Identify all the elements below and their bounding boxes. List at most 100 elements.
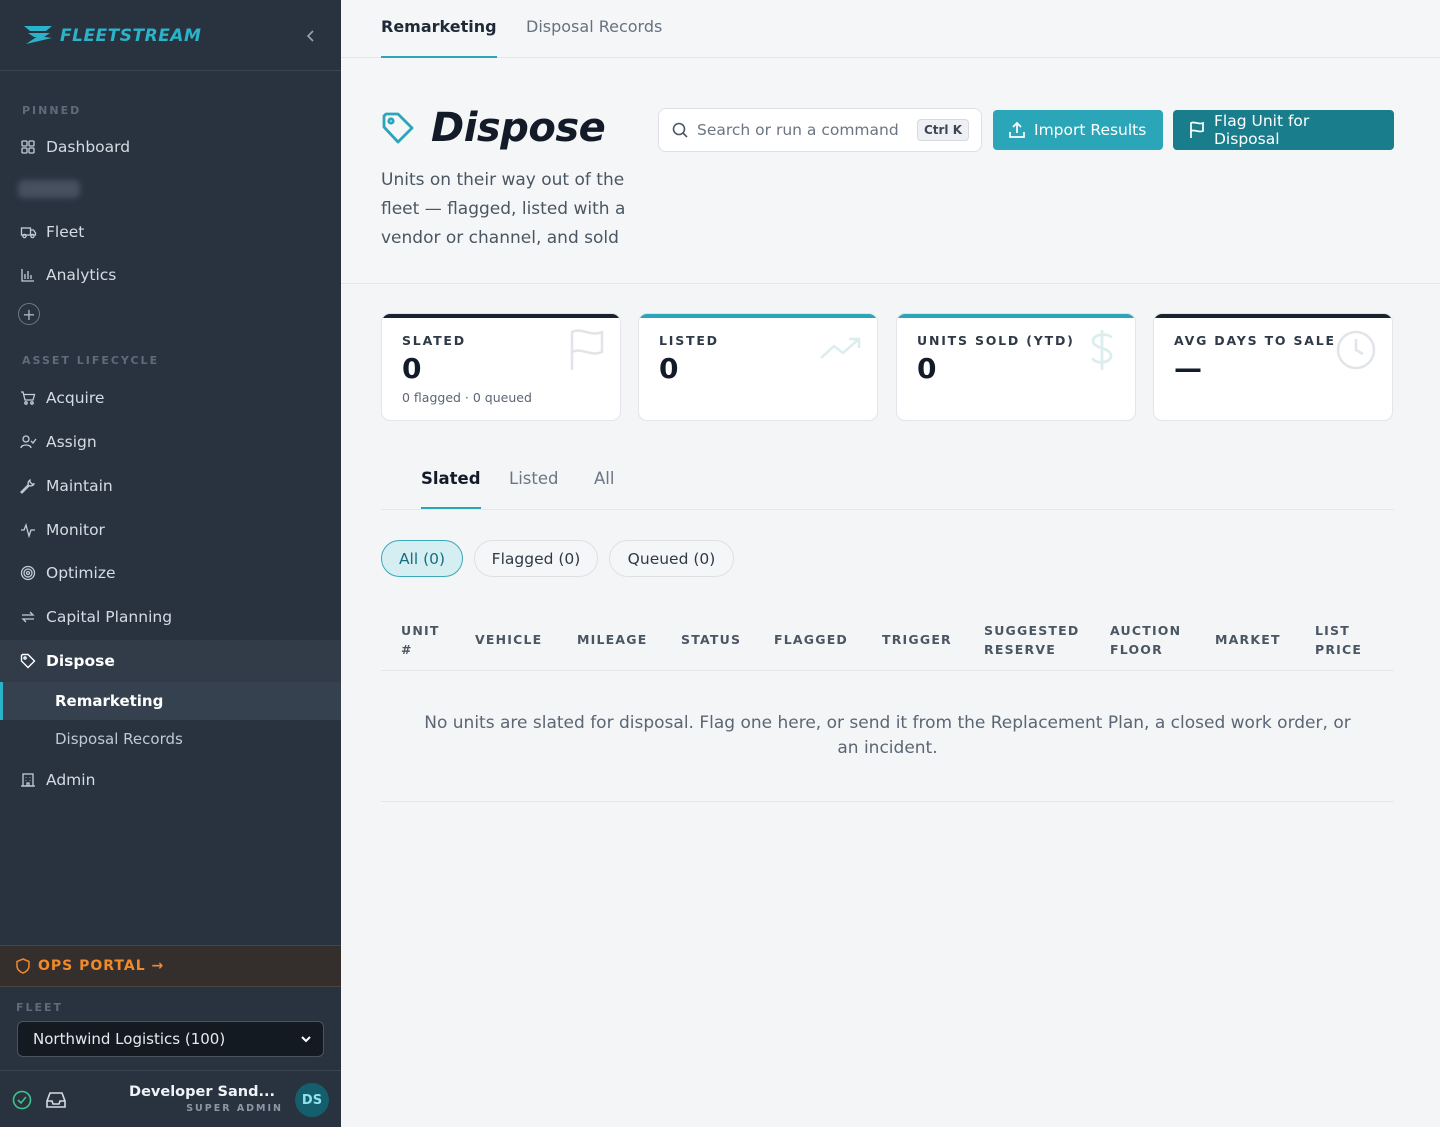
header-line: RESERVE: [984, 642, 1056, 657]
collapse-sidebar-button[interactable]: [301, 26, 321, 46]
grid-icon: [18, 137, 38, 157]
cycle-icon: [18, 607, 38, 627]
top-tab-bar: Remarketing Disposal Records: [341, 0, 1440, 58]
sidebar-item-dispose[interactable]: Dispose: [0, 640, 341, 682]
tab-listed[interactable]: Listed: [509, 469, 558, 507]
fleet-select-value: Northwind Logistics (100): [33, 1030, 226, 1048]
stat-subtext: 0 flagged · 0 queued: [402, 390, 532, 405]
sidebar-item-label: Monitor: [46, 521, 105, 539]
header-line: FLOOR: [1110, 642, 1163, 657]
stat-value: —: [1174, 352, 1202, 385]
fleet-select[interactable]: Northwind Logistics (100): [17, 1021, 324, 1057]
clock-icon: [1334, 328, 1378, 376]
chevron-left-icon: [306, 30, 314, 42]
ops-portal-link[interactable]: OPS PORTAL →: [0, 945, 341, 987]
blurred-pinned-item: [18, 180, 80, 198]
sidebar-item-capital-planning[interactable]: Capital Planning: [0, 597, 341, 637]
sidebar-item-acquire[interactable]: Acquire: [0, 378, 341, 418]
dollar-icon: [1087, 328, 1117, 376]
column-header-suggested-reserve[interactable]: SUGGESTED RESERVE: [984, 621, 1079, 659]
stat-value: 0: [402, 352, 422, 385]
header-line: PRICE: [1315, 642, 1363, 657]
sidebar-item-monitor[interactable]: Monitor: [0, 510, 341, 550]
tab-remarketing[interactable]: Remarketing: [381, 17, 497, 58]
page-title: Dispose: [431, 105, 606, 151]
sidebar-subitem-remarketing[interactable]: Remarketing: [0, 682, 341, 720]
column-header-status[interactable]: STATUS: [681, 630, 741, 649]
empty-state-message: No units are slated for disposal. Flag o…: [424, 713, 1351, 758]
sidebar-subitem-disposal-records[interactable]: Disposal Records: [0, 720, 341, 758]
user-row: Developer Sand... SUPER ADMIN DS: [0, 1070, 341, 1127]
filter-chip-flagged[interactable]: Flagged (0): [474, 540, 598, 577]
sidebar-item-label: Capital Planning: [46, 608, 173, 626]
stat-accent-bar: [1154, 314, 1392, 318]
flag-icon: [1188, 121, 1206, 139]
stat-accent-bar: [639, 314, 877, 318]
column-header-mileage[interactable]: MILEAGE: [577, 630, 647, 649]
header-line: UNIT: [401, 623, 440, 638]
column-header-list-price[interactable]: LIST PRICE: [1315, 621, 1362, 659]
shield-icon: [16, 958, 30, 974]
column-header-market[interactable]: MARKET: [1215, 630, 1281, 649]
sidebar-item-dashboard[interactable]: Dashboard: [0, 127, 341, 167]
sidebar-item-analytics[interactable]: Analytics: [0, 255, 341, 295]
column-header-trigger[interactable]: TRIGGER: [882, 630, 952, 649]
sidebar-item-assign[interactable]: Assign: [0, 422, 341, 462]
sidebar-item-optimize[interactable]: Optimize: [0, 553, 341, 593]
column-header-auction-floor[interactable]: AUCTION FLOOR: [1110, 621, 1181, 659]
column-header-flagged[interactable]: FLAGGED: [774, 630, 848, 649]
column-header-unit[interactable]: UNIT #: [401, 621, 440, 659]
sidebar-item-label: Dashboard: [46, 138, 131, 156]
header-line: AUCTION: [1110, 623, 1182, 638]
tab-all[interactable]: All: [594, 469, 614, 507]
tab-disposal-records[interactable]: Disposal Records: [526, 17, 662, 56]
filter-chip-queued[interactable]: Queued (0): [609, 540, 734, 577]
user-role: SUPER ADMIN: [186, 1103, 283, 1114]
header-line: MILEAGE: [577, 632, 648, 647]
import-results-button[interactable]: Import Results: [993, 110, 1163, 150]
column-header-vehicle[interactable]: VEHICLE: [475, 630, 542, 649]
header-line: #: [401, 642, 413, 657]
user-name[interactable]: Developer Sand...: [129, 1084, 275, 1100]
logo[interactable]: FLEETSTREAM: [22, 22, 201, 50]
upload-icon: [1008, 121, 1026, 139]
search-icon: [671, 121, 689, 139]
stat-label: SLATED: [402, 333, 466, 348]
sidebar-item-label: Analytics: [46, 266, 117, 284]
page-header: Dispose Units on their way out of the fl…: [341, 58, 1440, 284]
add-pinned-button[interactable]: +: [18, 303, 40, 325]
chevron-down-icon: [299, 1032, 313, 1050]
avatar[interactable]: DS: [295, 1083, 329, 1117]
check-circle-icon[interactable]: [12, 1090, 32, 1114]
header-line: TRIGGER: [882, 632, 952, 647]
stat-accent-bar: [382, 314, 620, 318]
sidebar-item-label: Fleet: [46, 223, 85, 241]
import-results-label: Import Results: [1034, 121, 1147, 139]
tab-slated[interactable]: Slated: [421, 469, 481, 509]
search-placeholder: Search or run a command: [697, 121, 899, 139]
inbox-icon[interactable]: [45, 1090, 67, 1114]
bar-chart-icon: [18, 265, 38, 285]
sidebar-item-admin[interactable]: Admin: [0, 760, 341, 800]
sidebar-item-label: Acquire: [46, 389, 105, 407]
page-description: Units on their way out of the fleet — fl…: [381, 170, 626, 248]
target-icon: [18, 563, 38, 583]
sidebar-item-fleet[interactable]: Fleet: [0, 212, 341, 252]
sidebar-item-label: Maintain: [46, 477, 113, 495]
keyboard-shortcut-badge: Ctrl K: [916, 119, 969, 141]
command-search-input[interactable]: Search or run a command Ctrl K: [658, 108, 982, 152]
stat-card-slated: SLATED 0 0 flagged · 0 queued: [381, 313, 621, 421]
sidebar-item-maintain[interactable]: Maintain: [0, 466, 341, 506]
stat-card-units-sold: UNITS SOLD (YTD) 0: [896, 313, 1136, 421]
tag-icon: [18, 651, 38, 671]
pulse-icon: [18, 520, 38, 540]
flag-unit-button[interactable]: Flag Unit for Disposal: [1173, 110, 1394, 150]
brand-name: FLEETSTREAM: [60, 26, 202, 46]
plus-icon: +: [22, 304, 36, 324]
filter-chip-all[interactable]: All (0): [381, 540, 463, 577]
table-header-row: UNIT # VEHICLE MILEAGE STATUS FLAGGED TRI…: [381, 605, 1394, 671]
lifecycle-section-label: ASSET LIFECYCLE: [22, 354, 160, 367]
table-divider: [381, 801, 1394, 802]
cart-icon: [18, 388, 38, 408]
header-line: VEHICLE: [475, 632, 543, 647]
